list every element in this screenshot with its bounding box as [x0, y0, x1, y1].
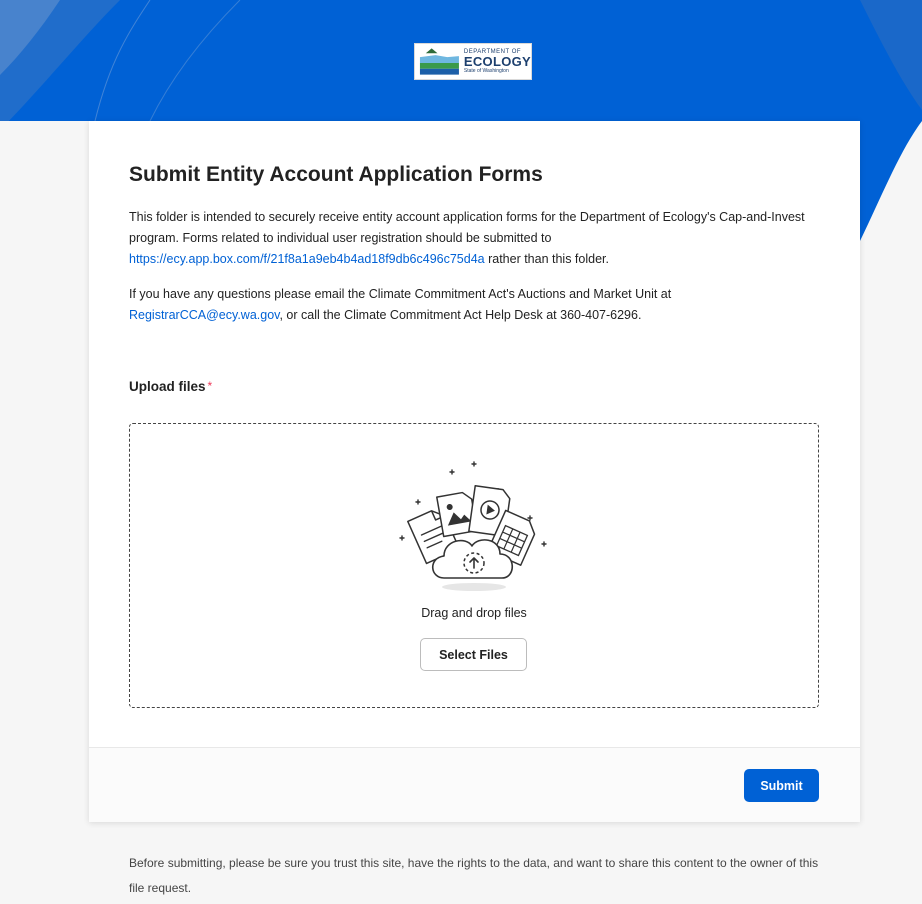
description-text: This folder is intended to securely rece… — [129, 207, 819, 270]
contact-text: If you have any questions please email t… — [129, 284, 819, 326]
file-request-card: Submit Entity Account Application Forms … — [89, 121, 860, 822]
user-registration-link[interactable]: https://ecy.app.box.com/f/21f8a1a9eb4b4a… — [129, 252, 485, 266]
file-dropzone[interactable]: Drag and drop files Select Files — [129, 423, 819, 708]
page-title: Submit Entity Account Application Forms — [129, 163, 543, 186]
required-marker: * — [207, 379, 213, 393]
drag-drop-text: Drag and drop files — [421, 606, 527, 620]
cloud-upload-files-icon — [399, 461, 547, 591]
upload-files-label: Upload files * — [129, 379, 212, 394]
logo-text: DEPARTMENT OF ECOLOGY State of Washingto… — [464, 49, 531, 74]
ecology-logo: DEPARTMENT OF ECOLOGY State of Washingto… — [414, 43, 532, 80]
upload-label-text: Upload files — [129, 379, 206, 394]
logo-state: State of Washington — [463, 68, 509, 74]
description-part2: rather than this folder. — [484, 252, 609, 266]
form-footer: Submit — [89, 747, 860, 822]
disclaimer-text: Before submitting, please be sure you tr… — [129, 856, 819, 895]
contact-part2: , or call the Climate Commitment Act Hel… — [279, 308, 642, 322]
registrar-email-link[interactable]: RegistrarCCA@ecy.wa.gov — [129, 308, 279, 322]
washington-state-logo-icon — [418, 45, 461, 78]
contact-part1: If you have any questions please email t… — [129, 287, 672, 301]
description-part1: This folder is intended to securely rece… — [129, 210, 805, 245]
submit-button[interactable]: Submit — [744, 769, 819, 802]
logo-name: ECOLOGY — [463, 54, 531, 69]
select-files-button[interactable]: Select Files — [420, 638, 527, 671]
